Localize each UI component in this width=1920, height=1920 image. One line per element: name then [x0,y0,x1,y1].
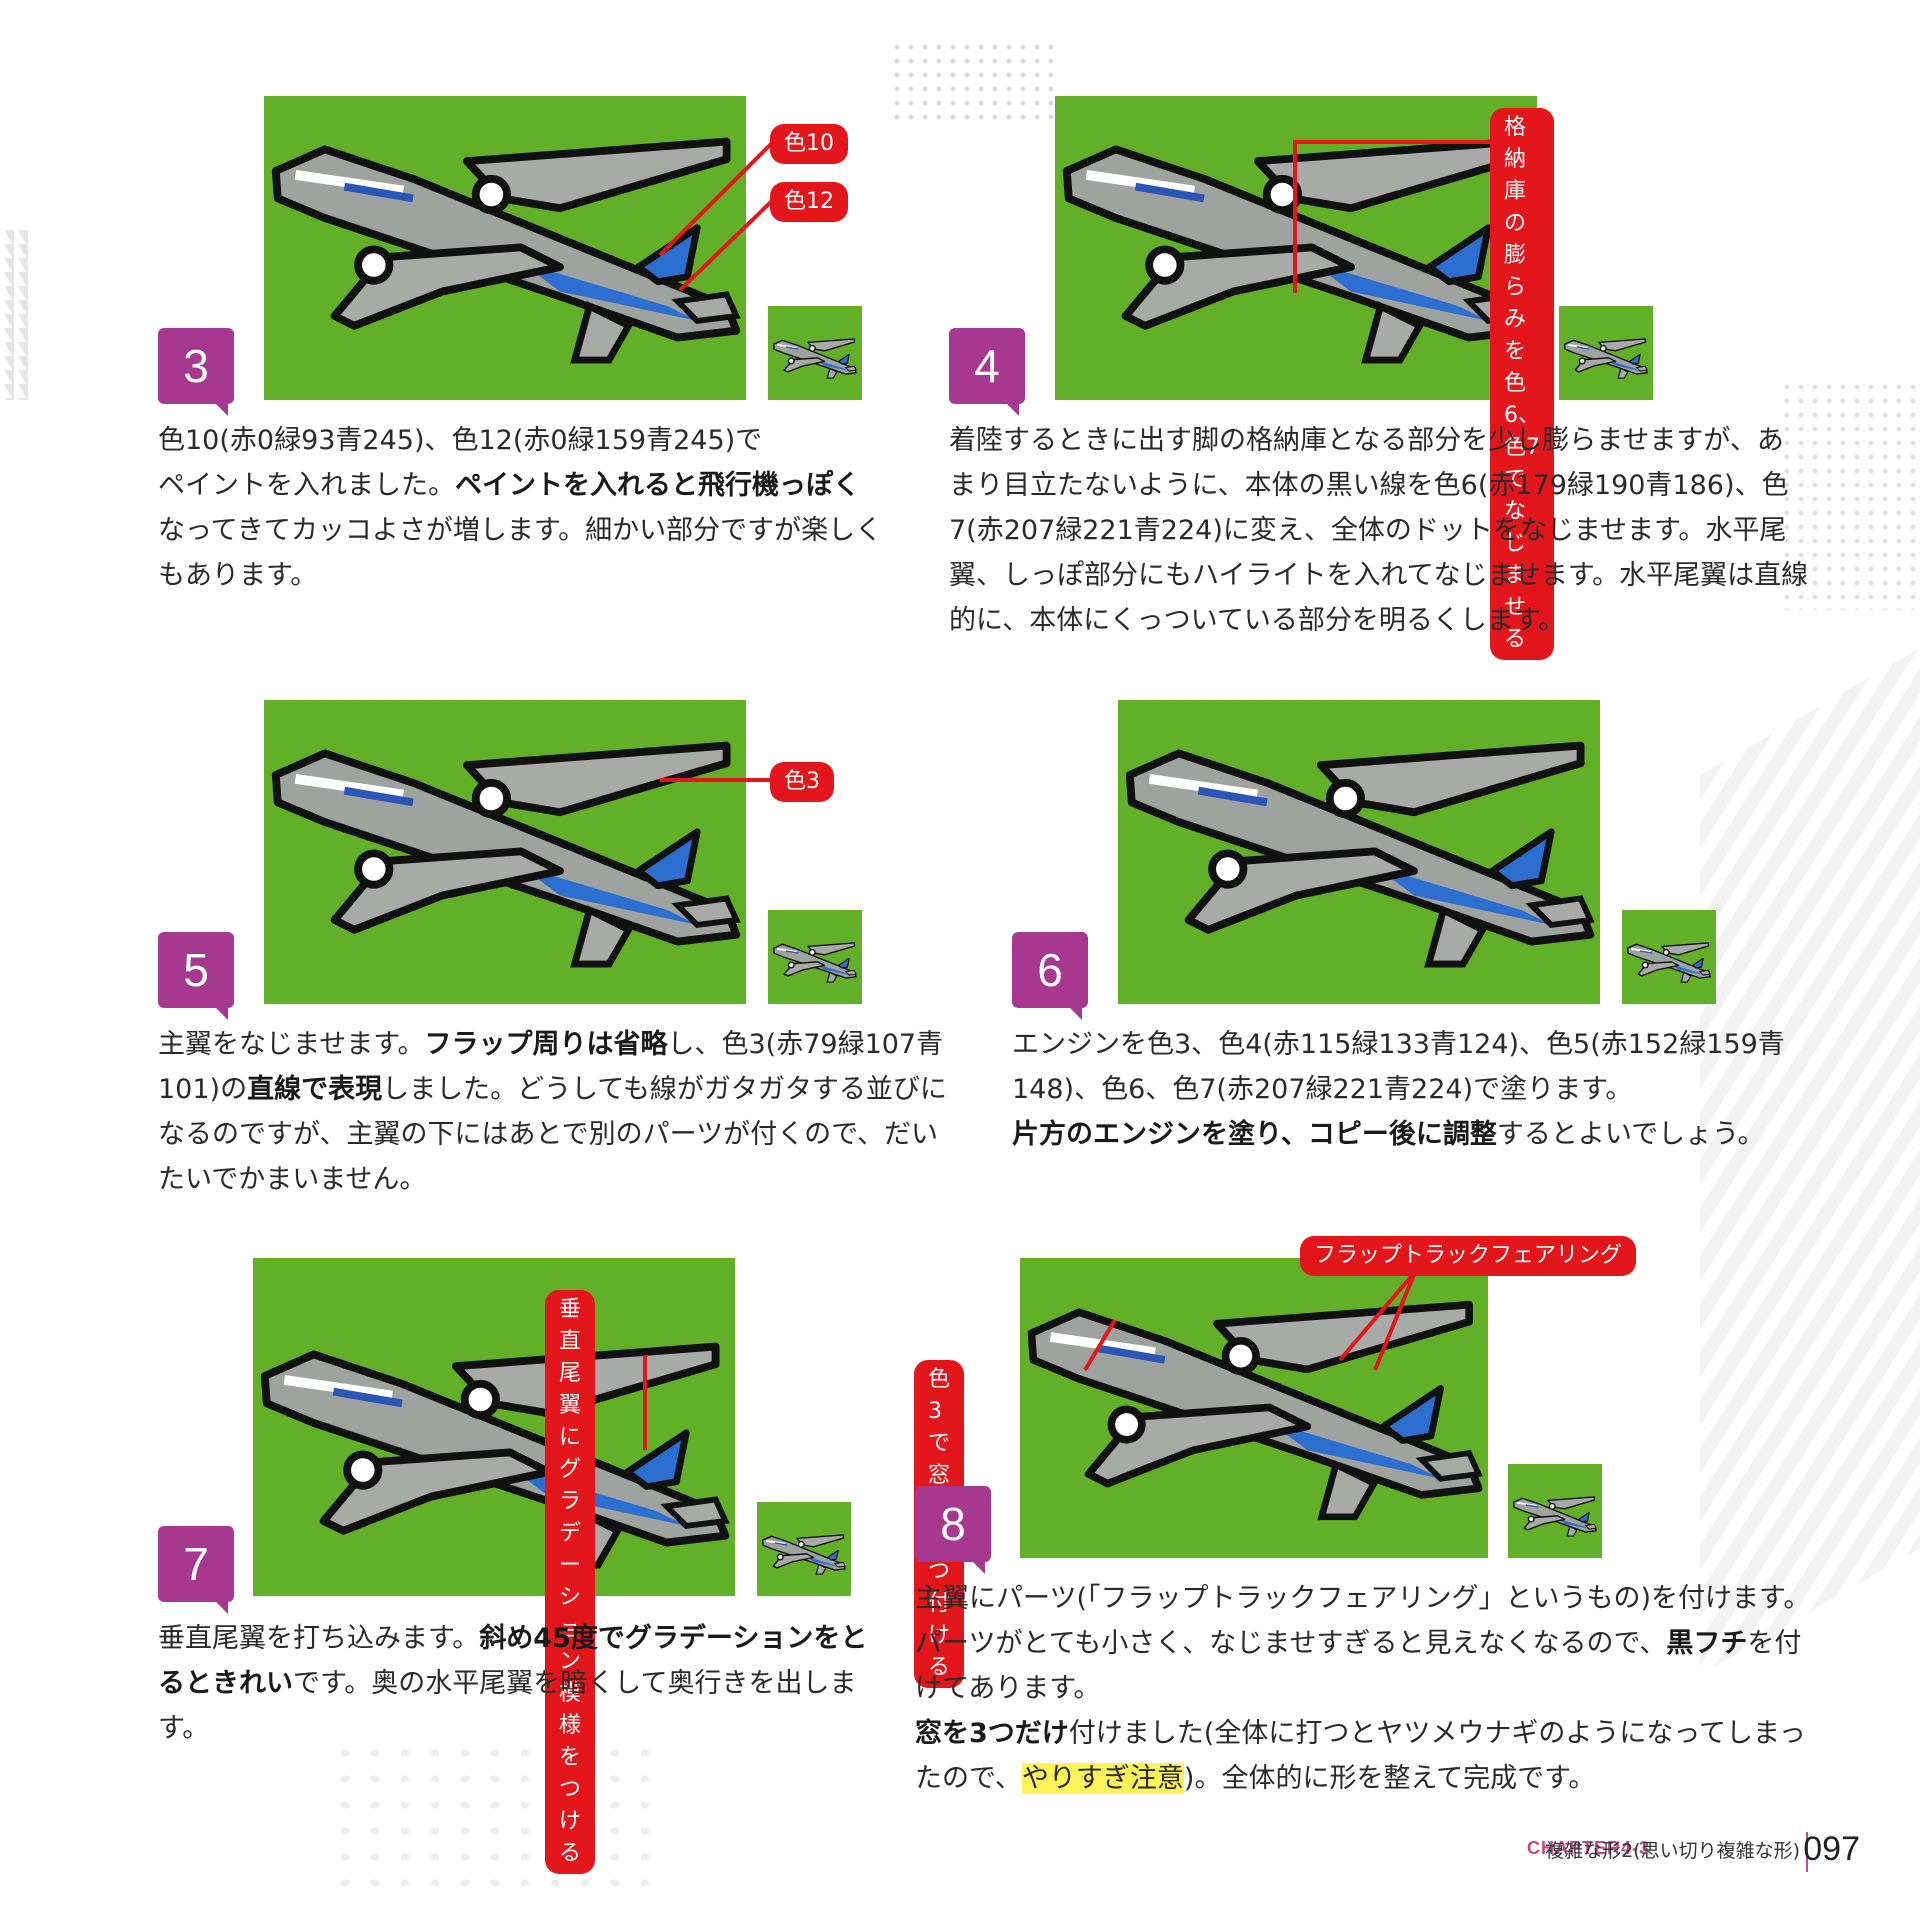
preview-thumbnail [768,910,862,1004]
step-description: エンジンを色3、色4(赤115緑133青124)、色5(赤152緑159青148… [1012,1029,1785,1150]
callout-leader-lines [643,1355,647,1450]
preview-thumbnail [768,306,862,400]
step-description: 主翼にパーツ(「フラップトラックフェアリング」というもの)を付けます。パーツがと… [915,1583,1811,1794]
step-number-badge: 8 [915,1486,991,1574]
step-number-badge: 7 [158,1526,234,1614]
step-description: 色10(赤0緑93青245)、色12(赤0緑159青245)で ペイントを入れまし… [158,425,883,591]
preview-thumbnail [1508,1464,1602,1558]
callout-leader-lines [1293,140,1495,293]
preview-thumbnail [1622,910,1716,1004]
pixel-art-panel [253,1258,735,1596]
callout-leader-lines [660,778,772,782]
section-title: 複雑な形2(思い切り複雑な形) [1545,1840,1800,1862]
step-number-badge: 4 [949,328,1025,416]
preview-thumbnail [757,1502,851,1596]
callout-tail-gradation: 垂直尾翼にグラデーション 模様をつける [545,1290,596,1874]
step-number-badge: 5 [158,932,234,1020]
pixel-art-panel [264,700,746,1004]
triangle-pattern-decoration [330,1740,670,1890]
callout-leader-lines [1083,1270,1417,1372]
preview-thumbnail [1559,306,1653,400]
step-number-badge: 6 [1012,932,1088,1020]
step-description: 主翼をなじませます。フラップ周りは省略し、色3(赤79緑107青101)の直線で… [158,1029,947,1195]
highlighted-text: やりすぎ注意 [1021,1763,1184,1794]
step-description: 垂直尾翼を打ち込みます。斜め45度でグラデーションをとるときれいです。奥の水平尾… [158,1623,868,1744]
page-number: 097 [1803,1830,1860,1868]
pixel-art-panel [1118,700,1600,1004]
step-description: 着陸するときに出す脚の格納庫となる部分を少し膨らませますが、あまり目立たないよう… [949,425,1809,636]
callout-color-10: 色10 [770,124,848,164]
callout-leader-lines [658,140,777,292]
callout-color-3: 色3 [770,762,834,802]
step-number-badge: 3 [158,328,234,416]
dot-pattern-decoration [890,40,1060,120]
triangle-pattern-decoration [0,230,28,400]
page-footer: CHAPTER4-3 複雑な形2(思い切り複雑な形) 097 [1300,1830,1860,1872]
callout-color-12: 色12 [770,182,848,222]
